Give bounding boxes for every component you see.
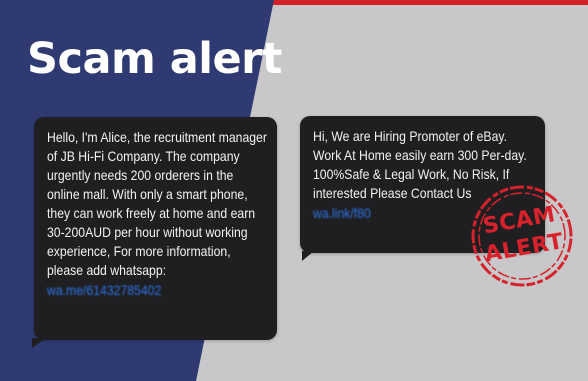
headline: Scam alert [27, 34, 282, 84]
message-bubble-jb-hifi: Hello, I'm Alice, the recruitment manage… [32, 117, 277, 348]
bubble-tail [302, 251, 314, 261]
message-text: Hello, I'm Alice, the recruitment manage… [47, 128, 268, 300]
bubble-tail [32, 338, 46, 348]
scam-alert-graphic: Scam alert Hello, I'm Alice, the recruit… [0, 0, 588, 381]
scam-alert-stamp: SCAM ALERT [462, 176, 582, 296]
message-body: Hello, I'm Alice, the recruitment manage… [47, 130, 267, 278]
message-link[interactable]: wa.me/61432785402 [47, 281, 268, 300]
